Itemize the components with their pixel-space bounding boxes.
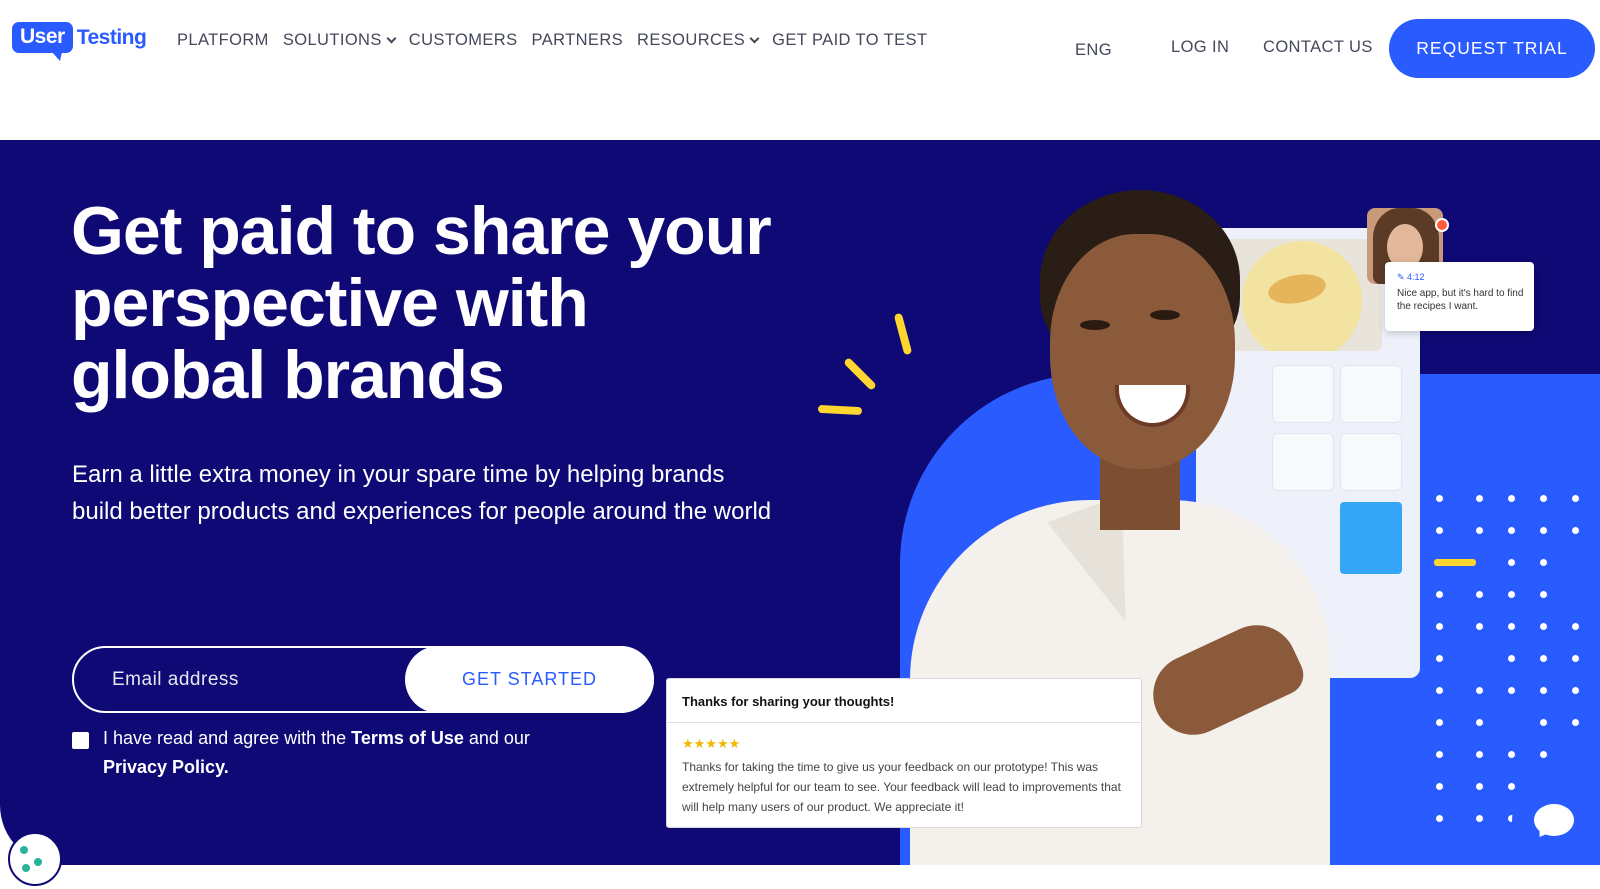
yellow-accent-bar xyxy=(1434,559,1476,566)
nav-get-paid-to-test[interactable]: GET PAID TO TEST xyxy=(772,31,927,50)
feedback-card: Thanks for sharing your thoughts! ★★★★★ … xyxy=(666,678,1143,828)
hero-subtext: Earn a little extra money in your spare … xyxy=(72,461,772,525)
login-link[interactable]: LOG IN xyxy=(1171,38,1229,57)
feedback-divider xyxy=(667,722,1143,723)
language-selector[interactable]: ENG xyxy=(1075,41,1112,60)
note-time: 4:12 xyxy=(1407,272,1425,282)
star-rating: ★★★★★ xyxy=(682,736,741,751)
email-input[interactable] xyxy=(74,648,414,711)
chevron-down-icon xyxy=(386,33,397,43)
nav-customers-label: CUSTOMERS xyxy=(408,31,518,49)
agree-text: I have read and agree with the Terms of … xyxy=(103,724,532,782)
agree-middle: and our xyxy=(463,728,530,748)
get-started-button[interactable]: GET STARTED xyxy=(405,646,654,713)
eye-shape xyxy=(1150,310,1180,320)
spark-lines xyxy=(817,312,942,418)
hero-headline: Get paid to share your perspective with … xyxy=(71,193,772,413)
cookie-icon xyxy=(34,858,42,866)
terms-checkbox[interactable] xyxy=(72,732,89,749)
chat-button[interactable] xyxy=(1512,780,1594,862)
note-text: Nice app, but it's hard to find the reci… xyxy=(1397,288,1524,312)
terms-of-use-link[interactable]: Terms of Use xyxy=(351,728,464,748)
nav-platform-label: PLATFORM xyxy=(177,31,269,49)
nav-get-paid-label: GET PAID TO TEST xyxy=(772,31,928,49)
note-timestamp: ✎ 4:12 xyxy=(1397,272,1524,283)
nav-solutions-label: SOLUTIONS xyxy=(282,31,382,49)
nav-partners-label: PARTNERS xyxy=(531,31,624,49)
terms-agreement: I have read and agree with the Terms of … xyxy=(72,724,532,782)
nav-customers[interactable]: CUSTOMERS xyxy=(409,31,518,50)
cookie-icon xyxy=(20,846,28,854)
usertesting-logo[interactable]: User Testing xyxy=(12,22,147,61)
nav-partners[interactable]: PARTNERS xyxy=(532,31,624,50)
face-shape xyxy=(1050,234,1235,469)
nav-solutions[interactable]: SOLUTIONS xyxy=(282,31,397,50)
feedback-body: Thanks for taking the time to give us yo… xyxy=(682,760,1121,814)
hero-section: Get paid to share your perspective with … xyxy=(0,140,1600,865)
cookie-settings-button[interactable] xyxy=(8,832,62,886)
cookie-icon xyxy=(22,864,30,872)
site-header: User Testing PLATFORM SOLUTIONS CUSTOMER… xyxy=(0,0,1600,140)
request-trial-button[interactable]: REQUEST TRIAL xyxy=(1389,19,1595,78)
edit-icon: ✎ xyxy=(1397,272,1408,282)
nav-resources-label: RESOURCES xyxy=(637,31,746,49)
privacy-policy-link[interactable]: Privacy Policy. xyxy=(103,757,229,777)
feedback-title: Thanks for sharing your thoughts! xyxy=(682,694,895,709)
page-bottom xyxy=(0,865,1600,889)
recording-indicator-icon xyxy=(1435,218,1449,232)
main-nav: PLATFORM SOLUTIONS CUSTOMERS PARTNERS RE… xyxy=(177,31,941,50)
signup-form: GET STARTED xyxy=(72,646,654,713)
logo-text: Testing xyxy=(76,25,147,49)
contact-us-link[interactable]: CONTACT US xyxy=(1263,38,1373,57)
nav-platform[interactable]: PLATFORM xyxy=(177,31,269,50)
chevron-down-icon xyxy=(749,33,760,43)
logo-box: User xyxy=(12,22,73,61)
feedback-note-card: ✎ 4:12 Nice app, but it's hard to find t… xyxy=(1385,262,1534,331)
nav-resources[interactable]: RESOURCES xyxy=(637,31,760,50)
agree-prefix: I have read and agree with the xyxy=(103,728,352,748)
eye-shape xyxy=(1080,320,1110,330)
